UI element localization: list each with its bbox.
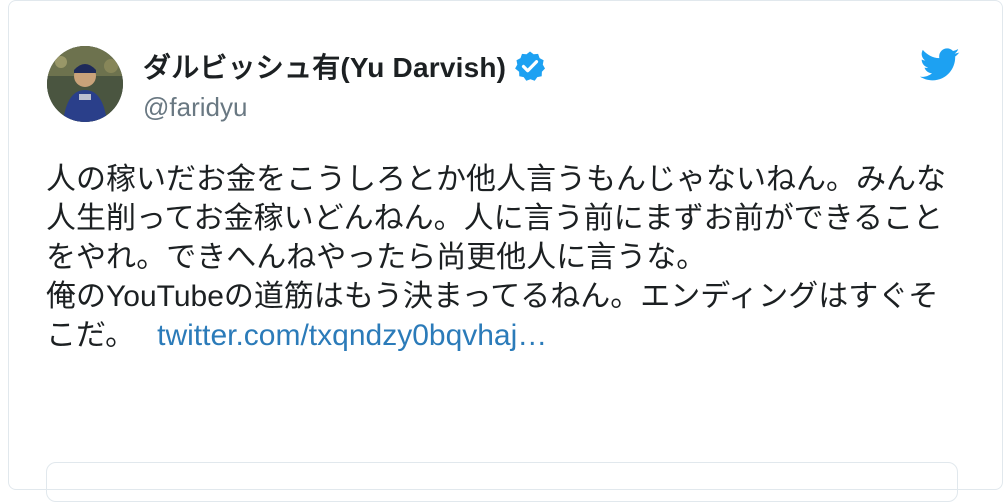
display-name[interactable]: ダルビッシュ有(Yu Darvish) — [143, 46, 506, 86]
avatar[interactable] — [47, 46, 123, 122]
verified-badge-icon — [515, 51, 546, 81]
twitter-bird-icon[interactable] — [920, 48, 960, 82]
embedded-media-card[interactable] — [46, 462, 958, 502]
tweet-text: 人の稼いだお金をこうしろとか他人言うもんじゃないねん。みんな人生削ってお金稼いど… — [46, 160, 946, 355]
tweet-link[interactable]: twitter.com/txqndzy0bqvhaj… — [157, 319, 547, 352]
avatar-image — [47, 46, 123, 122]
author-handle[interactable]: @faridyu — [143, 92, 247, 123]
author-name-row[interactable]: ダルビッシュ有(Yu Darvish) — [143, 48, 546, 84]
